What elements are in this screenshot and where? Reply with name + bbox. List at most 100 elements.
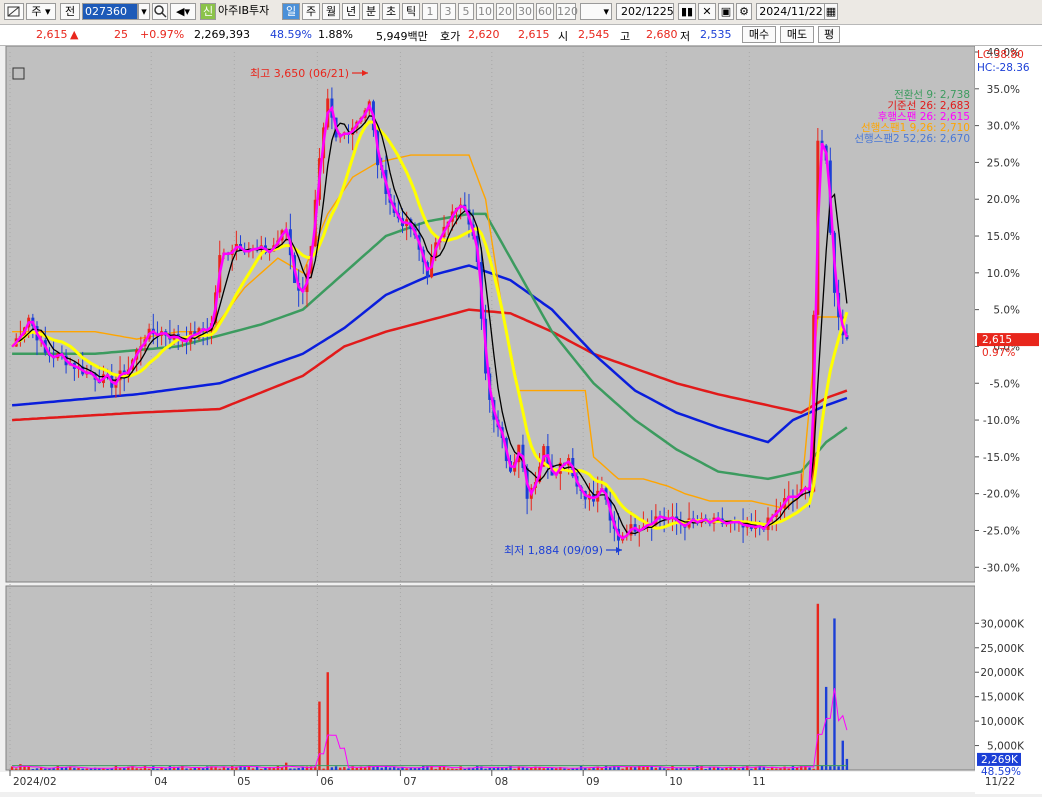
high-annotation: 최고 3,650 (06/21) <box>250 67 349 80</box>
volume-tick-label: 30,000K <box>980 618 1025 630</box>
volume-bar <box>264 767 267 770</box>
period-tick-button[interactable]: 틱 <box>402 3 420 20</box>
volume-tick-label: 15,000K <box>980 692 1025 704</box>
volume-bar <box>226 768 230 770</box>
price-tick-label: 10.0% <box>987 268 1020 280</box>
volume-bar <box>542 768 545 770</box>
volume-bar <box>775 768 778 770</box>
price-tick-label: -15.0% <box>983 452 1020 464</box>
lc-label: LC:38.80 <box>977 49 1024 61</box>
time-label: 07 <box>403 776 416 788</box>
volume-bar <box>451 768 454 770</box>
volume-bar <box>675 768 678 770</box>
volume-bar <box>73 767 76 770</box>
volume-bar <box>812 768 815 770</box>
all-button[interactable]: 전 <box>60 3 80 20</box>
crosshair-icon[interactable]: ✕ <box>698 3 716 20</box>
interval-input[interactable]: ▾ <box>580 3 612 20</box>
volume-bar <box>700 765 703 770</box>
market-select[interactable]: 주 ▾ <box>26 3 56 20</box>
volume-bar <box>272 767 275 770</box>
period-second-button[interactable]: 초 <box>382 3 400 20</box>
high-price: 2,680 <box>646 28 678 41</box>
volume-bar <box>567 768 570 770</box>
volume-bar <box>434 768 437 770</box>
volume-bar <box>35 768 39 770</box>
volume-bar <box>779 768 782 770</box>
volume-current-label: 2,269K <box>981 754 1019 766</box>
volume-bar <box>837 766 840 770</box>
trade-amount: 5,949백만 <box>376 30 428 43</box>
interval-5-button[interactable]: 5 <box>458 3 474 20</box>
price-tick-label: -5.0% <box>990 378 1020 390</box>
code-dropdown-icon[interactable]: ▾ <box>138 3 150 20</box>
interval-120-button[interactable]: 120 <box>556 3 578 20</box>
eval-button[interactable]: 평 <box>818 26 840 43</box>
volume-bar <box>708 767 712 770</box>
chart-mode-icon[interactable] <box>4 3 24 20</box>
volume-bar <box>750 768 753 770</box>
stock-chart[interactable]: 40.0%35.0%30.0%25.0%20.0%15.0%10.0%5.0%0… <box>0 45 1042 794</box>
buy-button[interactable]: 매수 <box>742 26 776 43</box>
volume-bar <box>783 766 786 770</box>
volume-bar <box>289 768 292 770</box>
open-label: 시 <box>558 30 569 43</box>
volume-tick-label: 25,000K <box>980 643 1025 655</box>
sound-icon[interactable]: ◀▾ <box>170 3 196 20</box>
volume-bar <box>318 701 321 770</box>
volume-bar <box>260 768 263 770</box>
volume-bar <box>355 768 359 770</box>
volume-bar <box>488 767 491 770</box>
price-tick-label: 15.0% <box>987 231 1020 243</box>
volume-bar <box>388 767 392 770</box>
interval-1-button[interactable]: 1 <box>422 3 438 20</box>
time-label: 11 <box>752 776 765 788</box>
volume-bar <box>746 765 749 770</box>
period-minute-button[interactable]: 분 <box>362 3 380 20</box>
date-field[interactable]: 2024/11/22 <box>756 3 826 20</box>
period-month-button[interactable]: 월 <box>322 3 340 20</box>
interval-10-button[interactable]: 10 <box>476 3 494 20</box>
volume-bar <box>189 768 192 770</box>
interval-20-button[interactable]: 20 <box>496 3 514 20</box>
interval-60-button[interactable]: 60 <box>536 3 554 20</box>
interval-3-button[interactable]: 3 <box>440 3 456 20</box>
gear-icon[interactable]: ⚙ <box>736 3 752 20</box>
volume-bar <box>218 768 221 770</box>
volume-bar <box>604 765 608 770</box>
volume-bar <box>156 768 159 770</box>
volume-bar <box>525 768 529 770</box>
volume-bar <box>766 768 770 770</box>
low-label: 저 <box>680 30 691 43</box>
time-label: 2024/02 <box>13 776 57 788</box>
volume-bar <box>181 765 184 770</box>
sell-button[interactable]: 매도 <box>780 26 814 43</box>
volume-bar <box>546 768 550 770</box>
calendar-icon[interactable]: ▦ <box>824 3 838 20</box>
volume-bar <box>642 766 645 770</box>
credit-badge: 신 <box>200 3 216 20</box>
candle-icon[interactable]: ▮▮ <box>678 3 696 20</box>
bar-count-field[interactable]: 202/1225 <box>616 3 674 20</box>
volume-bar <box>185 768 188 770</box>
volume-ratio: 48.59% <box>270 28 312 41</box>
period-year-button[interactable]: 년 <box>342 3 360 20</box>
stock-code-input[interactable]: 027360 <box>82 3 138 20</box>
volume-bar <box>81 768 84 770</box>
period-day-button[interactable]: 일 <box>282 3 300 20</box>
save-icon[interactable]: ▣ <box>718 3 734 20</box>
search-icon[interactable] <box>152 3 168 20</box>
volume-bar <box>330 767 334 770</box>
volume-bar <box>397 768 400 770</box>
volume-bar <box>339 767 342 770</box>
up-arrow-icon: ▲ <box>70 28 79 41</box>
volume-bar <box>563 768 566 770</box>
volume-bar <box>446 768 450 770</box>
legend-item: 선행스팬2 52,26: 2,670 <box>854 133 970 145</box>
volume-bar <box>422 765 425 770</box>
time-label: 05 <box>237 776 250 788</box>
interval-30-button[interactable]: 30 <box>516 3 534 20</box>
volume-bar <box>737 768 741 770</box>
volume-bar <box>621 768 624 770</box>
period-week-button[interactable]: 주 <box>302 3 320 20</box>
